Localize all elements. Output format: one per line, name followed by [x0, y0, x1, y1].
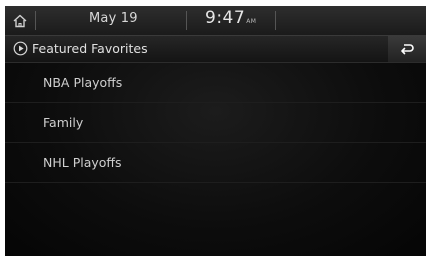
status-divider: [275, 11, 276, 30]
home-button[interactable]: [5, 6, 35, 35]
infotainment-screen: May 19 9:47AM Featured Favorites NBA Pla…: [5, 6, 426, 256]
play-circle-icon: [13, 41, 28, 56]
status-ampm: AM: [246, 18, 257, 25]
status-time-value: 9:47: [205, 8, 246, 28]
list-item-nhl-playoffs[interactable]: NHL Playoffs: [5, 143, 426, 183]
list-item-label: NBA Playoffs: [43, 75, 123, 90]
back-arrow-icon: [401, 44, 414, 55]
status-divider: [35, 11, 36, 30]
home-icon: [13, 14, 27, 27]
list-item-label: NHL Playoffs: [43, 155, 122, 170]
title-bar: Featured Favorites: [5, 36, 426, 63]
favorites-list: NBA Playoffs Family NHL Playoffs: [5, 63, 426, 256]
list-item-family[interactable]: Family: [5, 103, 426, 143]
status-date: May 19: [89, 11, 138, 26]
back-button[interactable]: [388, 36, 426, 62]
page-title: Featured Favorites: [32, 41, 148, 56]
list-item-label: Family: [43, 115, 84, 130]
status-divider: [186, 11, 187, 30]
status-time: 9:47AM: [205, 8, 256, 28]
status-bar: May 19 9:47AM: [5, 6, 426, 36]
list-item-nba-playoffs[interactable]: NBA Playoffs: [5, 63, 426, 103]
